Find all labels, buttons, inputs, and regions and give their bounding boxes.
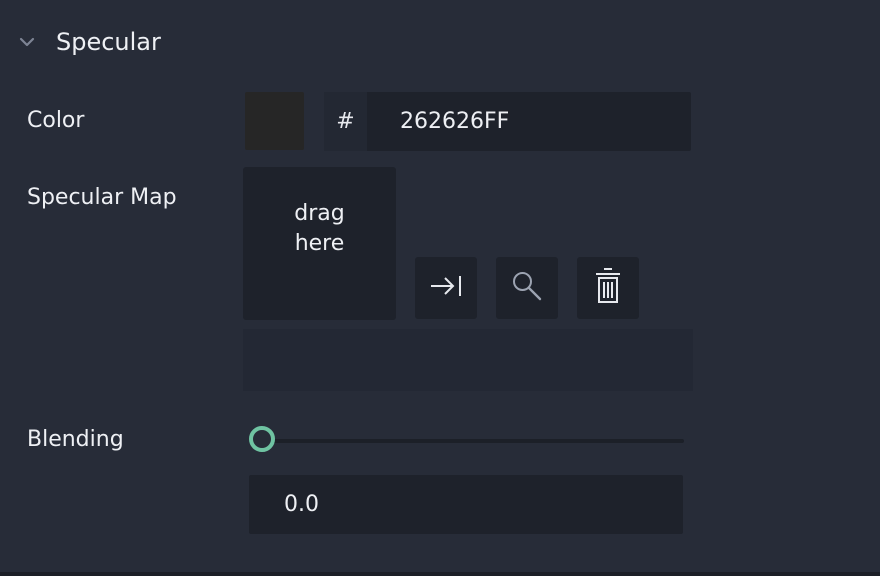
color-hex-field[interactable]: # 262626FF [324, 92, 691, 151]
hex-value[interactable]: 262626FF [400, 92, 509, 151]
browse-texture-button[interactable] [496, 257, 558, 319]
panel-bottom-border [0, 572, 880, 576]
specular-section-header[interactable]: Specular [18, 26, 161, 58]
blending-label: Blending [27, 427, 124, 452]
hex-hash-prefix: # [324, 92, 367, 151]
assign-arrow-icon [428, 272, 464, 304]
blending-slider-track[interactable] [262, 439, 684, 443]
blending-value-field[interactable]: 0.0 [249, 475, 683, 534]
section-title: Specular [56, 28, 161, 56]
texture-path-field[interactable] [243, 329, 693, 391]
dropzone-text-line2: here [294, 230, 345, 256]
chevron-down-icon[interactable] [18, 33, 36, 51]
color-swatch[interactable] [245, 92, 304, 150]
blending-value[interactable]: 0.0 [284, 475, 319, 534]
assign-texture-button[interactable] [415, 257, 477, 319]
specular-map-label: Specular Map [27, 185, 177, 210]
dropzone-text-line1: drag [294, 200, 345, 226]
search-icon [509, 268, 545, 308]
color-label: Color [27, 108, 85, 133]
trash-icon [593, 266, 623, 310]
blending-slider-thumb[interactable] [249, 426, 275, 452]
texture-dropzone[interactable]: drag here [243, 167, 396, 320]
clear-texture-button[interactable] [577, 257, 639, 319]
